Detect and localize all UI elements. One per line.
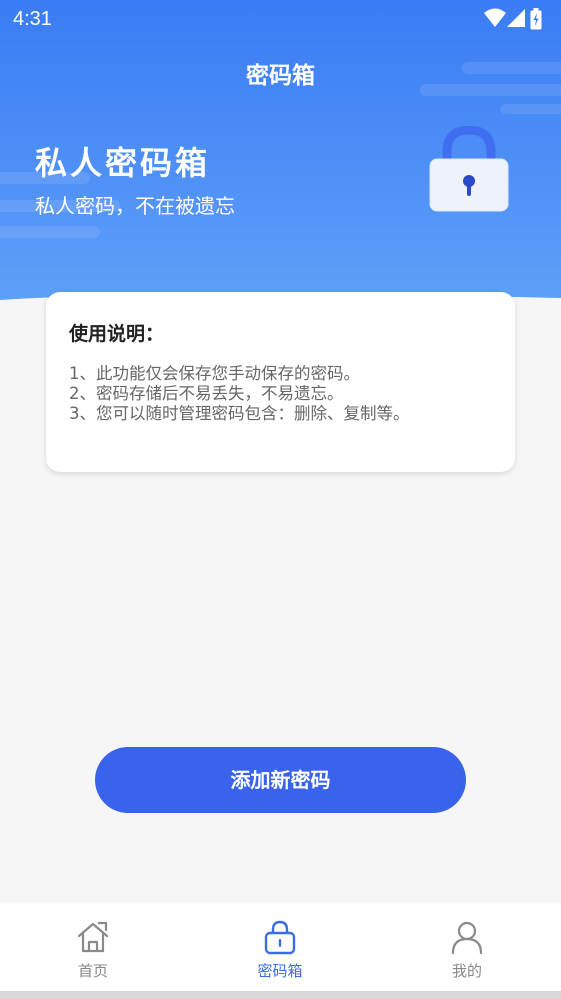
user-icon	[451, 921, 483, 955]
nav-label-home: 首页	[77, 962, 108, 980]
add-password-button[interactable]: 添加新密码	[95, 747, 466, 813]
hero-banner: 4:31 密码箱 私人密码箱 私人密码，不在被遗忘	[0, 0, 561, 320]
signal-icon	[507, 9, 525, 27]
nav-item-home[interactable]: 首页	[33, 903, 153, 991]
system-nav-strip	[0, 991, 561, 999]
instructions-card: 使用说明： 1、此功能仅会保存您手动保存的密码。 2、密码存储后不易丢失，不易遗…	[46, 292, 515, 472]
bottom-navigation: 首页 密码箱 我的	[0, 903, 561, 991]
nav-label-mine: 我的	[451, 962, 482, 980]
instruction-line: 3、您可以随时管理密码包含：删除、复制等。	[69, 404, 410, 423]
nav-item-mine[interactable]: 我的	[407, 903, 527, 991]
wifi-icon	[484, 8, 506, 27]
hero-subtitle: 私人密码，不在被遗忘	[35, 194, 235, 218]
lock-icon	[264, 920, 296, 955]
battery-icon	[530, 8, 542, 30]
lock-icon	[429, 126, 509, 212]
status-bar: 4:31	[0, 0, 561, 40]
hero-title: 私人密码箱	[35, 144, 211, 182]
instruction-line: 1、此功能仅会保存您手动保存的密码。	[69, 364, 360, 383]
instruction-line: 2、密码存储后不易丢失，不易遗忘。	[69, 384, 344, 403]
status-time: 4:31	[13, 8, 52, 30]
instructions-title: 使用说明：	[69, 323, 165, 345]
nav-label-password-box: 密码箱	[257, 962, 303, 980]
home-icon	[77, 921, 109, 953]
nav-item-password-box[interactable]: 密码箱	[220, 903, 340, 991]
instructions-list: 1、此功能仅会保存您手动保存的密码。 2、密码存储后不易丢失，不易遗忘。 3、您…	[69, 364, 410, 424]
page-title: 密码箱	[246, 63, 315, 89]
